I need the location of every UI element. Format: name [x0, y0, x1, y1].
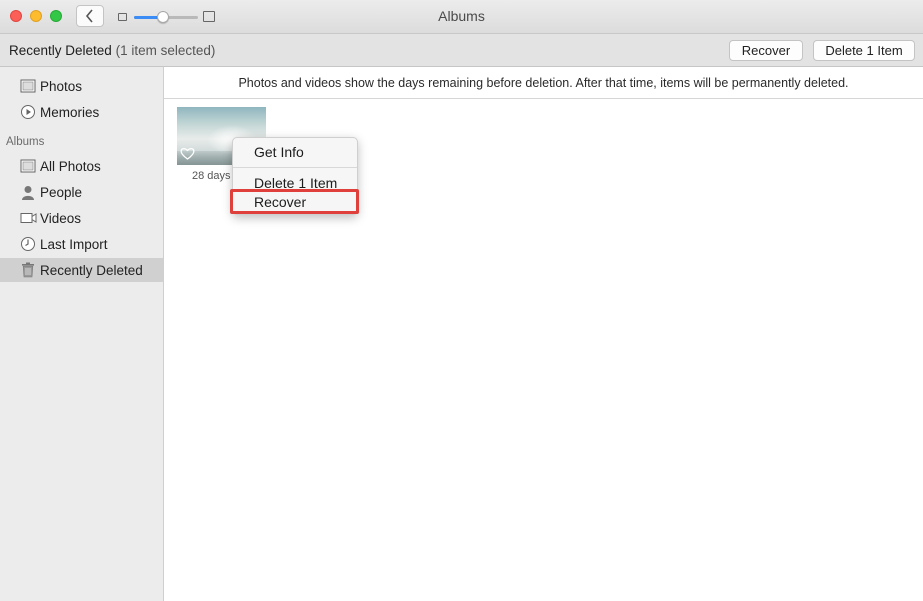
sidebar-item-all-photos[interactable]: All Photos — [0, 154, 163, 178]
recover-button[interactable]: Recover — [729, 40, 803, 61]
deletion-info-banner: Photos and videos show the days remainin… — [164, 67, 923, 99]
videos-icon — [19, 210, 37, 226]
album-name: Recently Deleted — [9, 43, 112, 58]
sidebar-item-last-import[interactable]: Last Import — [0, 232, 163, 256]
people-icon — [19, 184, 37, 200]
title-bar: Albums — [0, 0, 923, 34]
sidebar-item-label: Recently Deleted — [40, 262, 143, 278]
memories-icon — [19, 104, 37, 120]
photos-window: Albums Recently Deleted (1 item selected… — [0, 0, 923, 601]
sidebar-item-label: Last Import — [40, 236, 108, 252]
days-remaining-label: 28 days — [192, 170, 231, 182]
album-title: Recently Deleted (1 item selected) — [9, 43, 215, 58]
clock-icon — [19, 236, 37, 252]
trash-icon — [19, 262, 37, 278]
sidebar-item-label: Memories — [40, 104, 100, 120]
sidebar-item-videos[interactable]: Videos — [0, 206, 163, 230]
photos-icon — [19, 78, 37, 94]
recover-highlight-box — [230, 189, 359, 214]
menu-separator — [233, 167, 357, 168]
sidebar-item-memories[interactable]: Memories — [0, 100, 163, 124]
selection-count: (1 item selected) — [115, 43, 216, 58]
sidebar-item-recently-deleted[interactable]: Recently Deleted — [0, 258, 163, 282]
sidebar: Photos Memories Albums All Photos People — [0, 67, 164, 601]
window-title: Albums — [438, 8, 485, 24]
sidebar-item-label: Photos — [40, 78, 83, 94]
sidebar-item-photos[interactable]: Photos — [0, 74, 163, 98]
toolbar: Recently Deleted (1 item selected) Recov… — [0, 34, 923, 67]
sidebar-item-label: All Photos — [40, 158, 101, 174]
heart-icon[interactable] — [180, 147, 195, 160]
delete-item-button[interactable]: Delete 1 Item — [813, 40, 915, 61]
menu-item-get-info[interactable]: Get Info — [233, 142, 357, 162]
albums-heading: Albums — [6, 136, 45, 148]
all-photos-icon — [19, 158, 37, 174]
sidebar-item-label: Videos — [40, 210, 82, 226]
sidebar-item-people[interactable]: People — [0, 180, 163, 204]
sidebar-item-label: People — [40, 184, 83, 200]
